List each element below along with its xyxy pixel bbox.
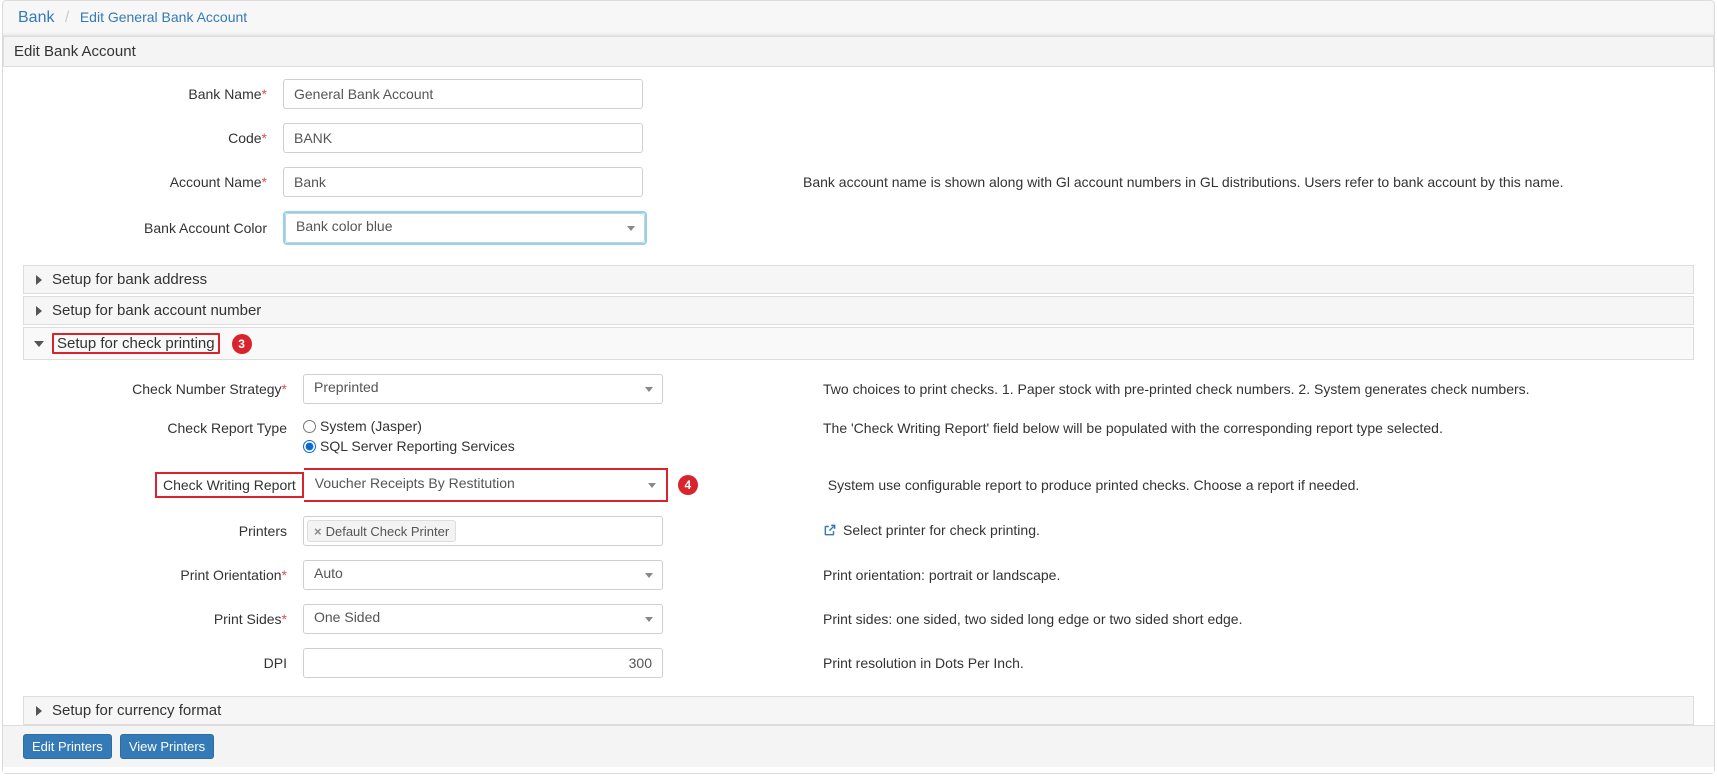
section-check-printing-highlight: Setup for check printing: [52, 333, 220, 354]
breadcrumb-current: Edit General Bank Account: [80, 9, 247, 25]
printer-chip[interactable]: × Default Check Printer: [307, 520, 456, 542]
chevron-right-icon: [36, 706, 42, 716]
breadcrumb-root-link[interactable]: Bank: [18, 9, 54, 26]
check-writing-report-help: System use configurable report to produc…: [698, 477, 1694, 493]
code-input[interactable]: [283, 123, 643, 153]
section-bank-address-label: Setup for bank address: [52, 271, 207, 288]
chevron-down-icon: [648, 483, 656, 488]
check-number-strategy-label: Check Number Strategy*: [23, 381, 303, 397]
chevron-right-icon: [36, 275, 42, 285]
printers-label: Printers: [23, 523, 303, 539]
callout-badge-3: 3: [232, 334, 252, 354]
footer-toolbar: Edit Printers View Printers: [3, 725, 1714, 767]
dpi-label: DPI: [23, 655, 303, 671]
print-orientation-label: Print Orientation*: [23, 567, 303, 583]
chevron-down-icon: [645, 387, 653, 392]
bank-name-input[interactable]: [283, 79, 643, 109]
section-check-printing[interactable]: Setup for check printing 3: [23, 327, 1694, 360]
printers-input[interactable]: × Default Check Printer: [303, 516, 663, 546]
account-name-help: Bank account name is shown along with Gl…: [643, 174, 1714, 190]
check-report-type-help: The 'Check Writing Report' field below w…: [663, 418, 1694, 436]
bank-name-label: Bank Name*: [3, 86, 283, 102]
section-currency-format[interactable]: Setup for currency format: [23, 696, 1694, 725]
select-printer-link[interactable]: Select printer for check printing.: [823, 522, 1040, 538]
callout-badge-4: 4: [678, 475, 698, 495]
chevron-down-icon: [645, 617, 653, 622]
bank-account-color-select[interactable]: Bank color blue: [283, 211, 647, 245]
chevron-down-icon: [34, 341, 44, 347]
view-printers-button[interactable]: View Printers: [120, 734, 214, 759]
chevron-down-icon: [627, 226, 635, 231]
radio-ssrs[interactable]: SQL Server Reporting Services: [303, 438, 663, 454]
account-name-label: Account Name*: [3, 174, 283, 190]
check-writing-report-label: Check Writing Report: [155, 472, 304, 498]
section-bank-account-number-label: Setup for bank account number: [52, 302, 261, 319]
code-label: Code*: [3, 130, 283, 146]
print-orientation-select[interactable]: Auto: [303, 560, 663, 590]
section-currency-format-label: Setup for currency format: [52, 702, 221, 719]
check-number-strategy-help: Two choices to print checks. 1. Paper st…: [663, 381, 1694, 397]
breadcrumb: Bank / Edit General Bank Account: [3, 1, 1714, 35]
remove-chip-icon[interactable]: ×: [314, 524, 322, 539]
panel-title: Edit Bank Account: [3, 36, 1714, 67]
check-report-type-label: Check Report Type: [23, 418, 303, 436]
chevron-right-icon: [36, 306, 42, 316]
bank-account-color-label: Bank Account Color: [3, 220, 283, 236]
print-orientation-help: Print orientation: portrait or landscape…: [663, 567, 1694, 583]
radio-system-jasper[interactable]: System (Jasper): [303, 418, 663, 434]
print-sides-label: Print Sides*: [23, 611, 303, 627]
breadcrumb-separator: /: [65, 9, 69, 26]
edit-printers-button[interactable]: Edit Printers: [23, 734, 112, 759]
section-bank-account-number[interactable]: Setup for bank account number: [23, 296, 1694, 325]
account-name-input[interactable]: [283, 167, 643, 197]
external-link-icon: [823, 523, 837, 537]
section-check-printing-label: Setup for check printing: [57, 335, 215, 352]
chevron-down-icon: [645, 573, 653, 578]
section-bank-address[interactable]: Setup for bank address: [23, 265, 1694, 294]
dpi-input[interactable]: [303, 648, 663, 678]
print-sides-select[interactable]: One Sided: [303, 604, 663, 634]
check-number-strategy-select[interactable]: Preprinted: [303, 374, 663, 404]
dpi-help: Print resolution in Dots Per Inch.: [663, 655, 1694, 671]
check-writing-report-select[interactable]: Voucher Receipts By Restitution: [304, 470, 666, 500]
print-sides-help: Print sides: one sided, two sided long e…: [663, 611, 1694, 627]
